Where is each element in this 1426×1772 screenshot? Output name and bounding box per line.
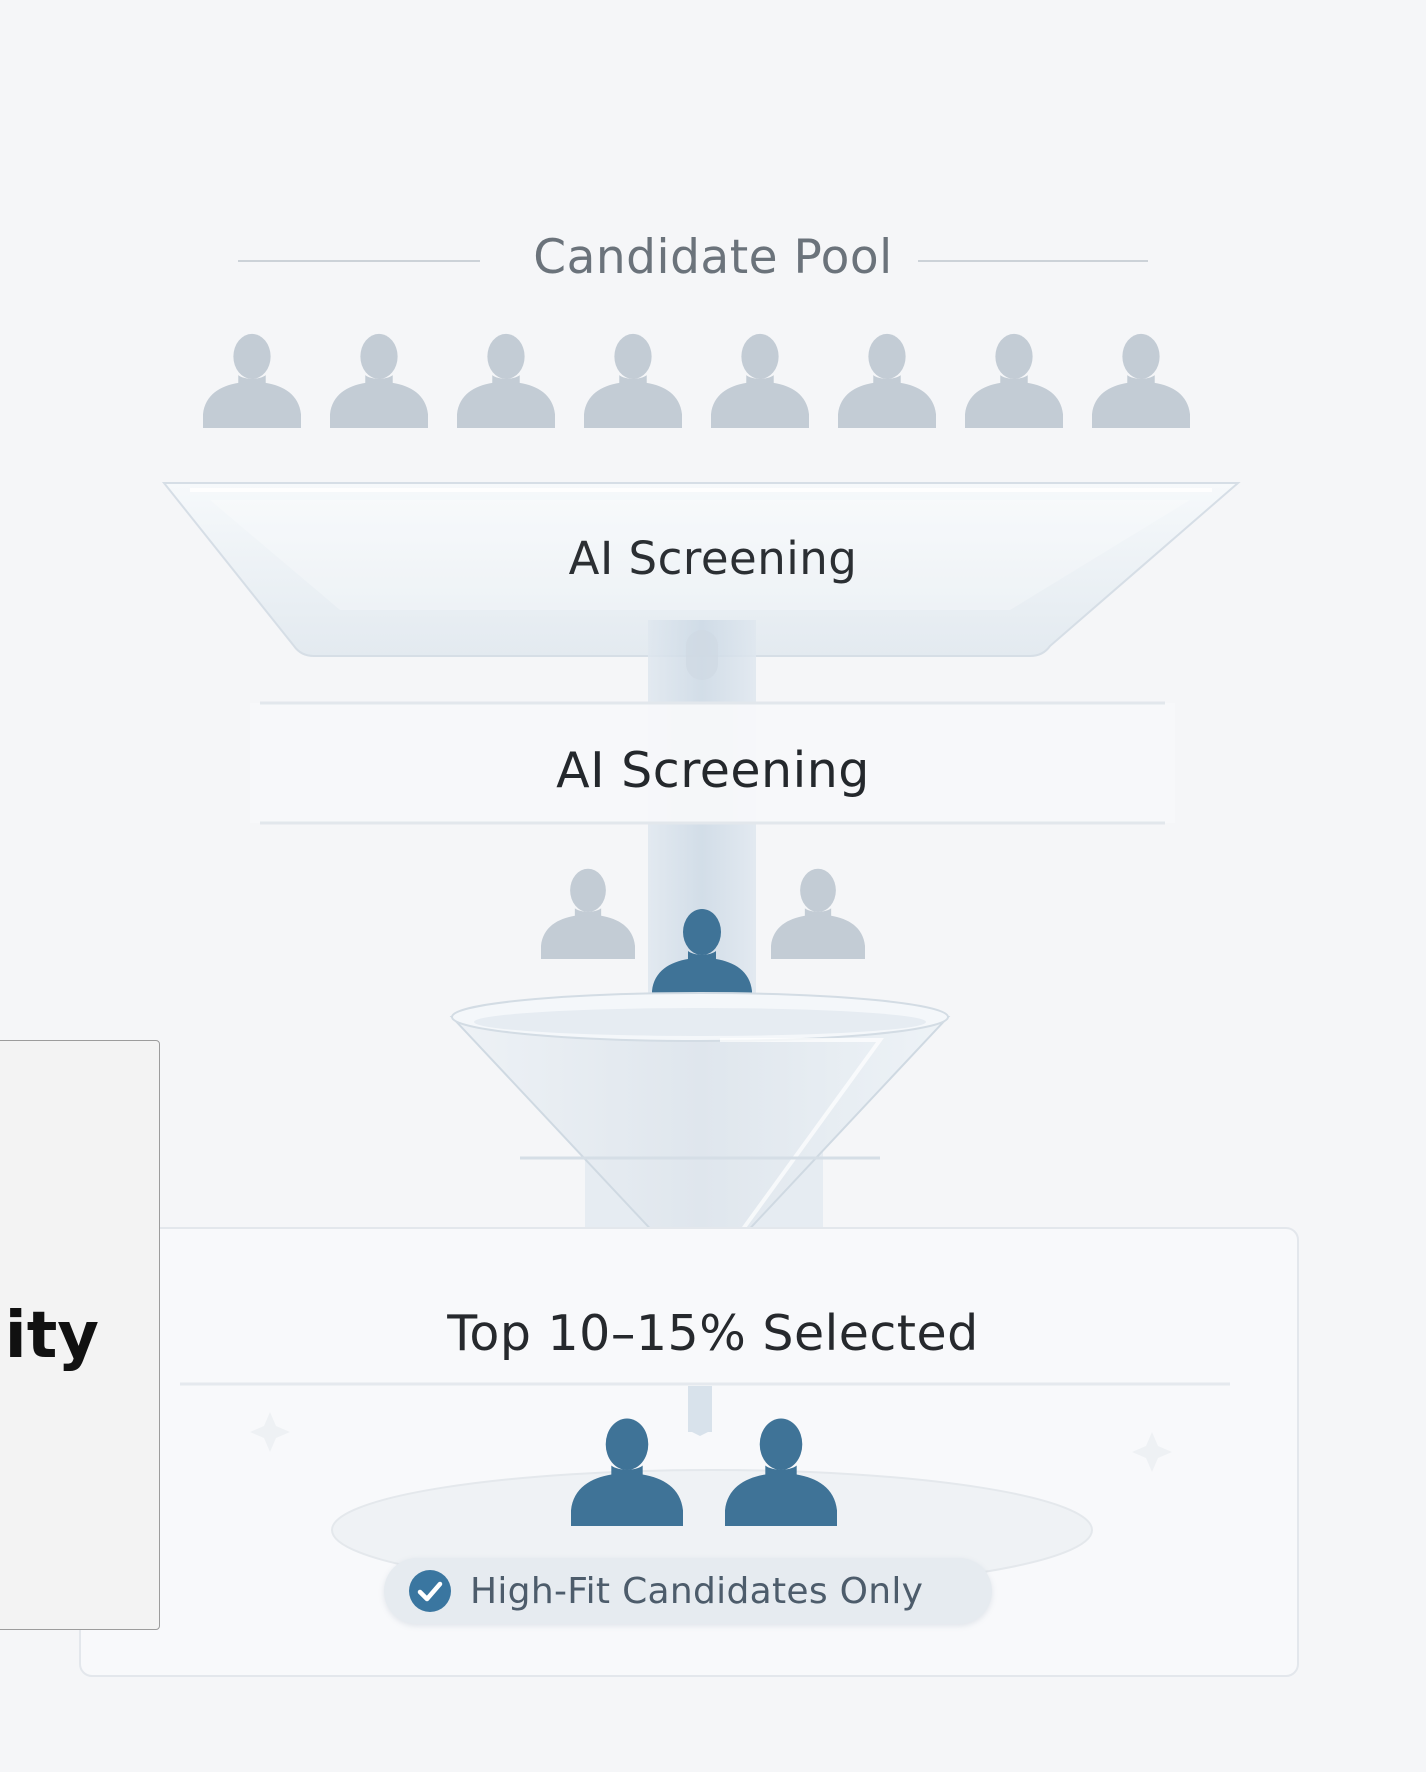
result-label: Top 10–15% Selected — [447, 1305, 979, 1362]
high-fit-badge: High-Fit Candidates Only — [384, 1558, 992, 1624]
person-icon — [457, 333, 555, 428]
person-icon — [203, 333, 301, 428]
person-icon — [711, 333, 809, 428]
person-icon — [1092, 333, 1190, 428]
pool-title: Candidate Pool — [533, 230, 893, 285]
person-icon — [584, 333, 682, 428]
side-panel-text: lity — [0, 1299, 99, 1373]
candidate-pool-row — [203, 333, 1190, 428]
side-panel: lity — [0, 1040, 160, 1630]
badge-label: High-Fit Candidates Only — [470, 1570, 924, 1612]
person-icon — [330, 333, 428, 428]
person-icon — [965, 333, 1063, 428]
person-icon — [541, 868, 635, 959]
screening-label-2: AI Screening — [556, 742, 870, 799]
screening-label-1: AI Screening — [568, 532, 858, 585]
person-icon — [838, 333, 936, 428]
person-icon — [771, 868, 865, 959]
check-circle-icon — [409, 1570, 451, 1612]
